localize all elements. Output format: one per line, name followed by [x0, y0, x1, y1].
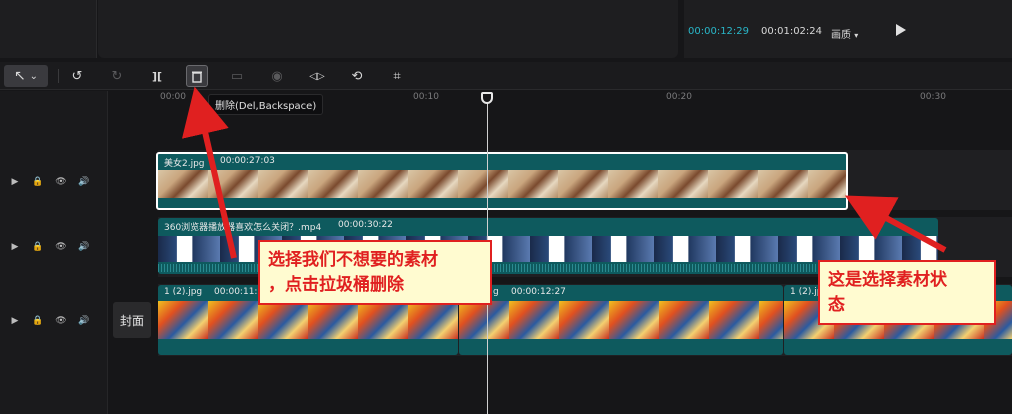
annotation-delete-hint: 选择我们不想要的素材 ，点击拉圾桶删除: [258, 240, 492, 306]
arrow-to-delete: [181, 86, 237, 259]
annotation-line: 选择我们不想要的素材: [268, 250, 438, 270]
arrow-to-selected-clip: [844, 195, 947, 253]
annotation-selected-hint: 这是选择素材状 态: [818, 260, 996, 326]
annotation-arrows: [181, 86, 947, 259]
annotation-line: 这是选择素材状: [828, 270, 947, 290]
annotation-line: ，点击拉圾桶删除: [268, 274, 404, 295]
annotation-line: 态: [828, 294, 845, 315]
